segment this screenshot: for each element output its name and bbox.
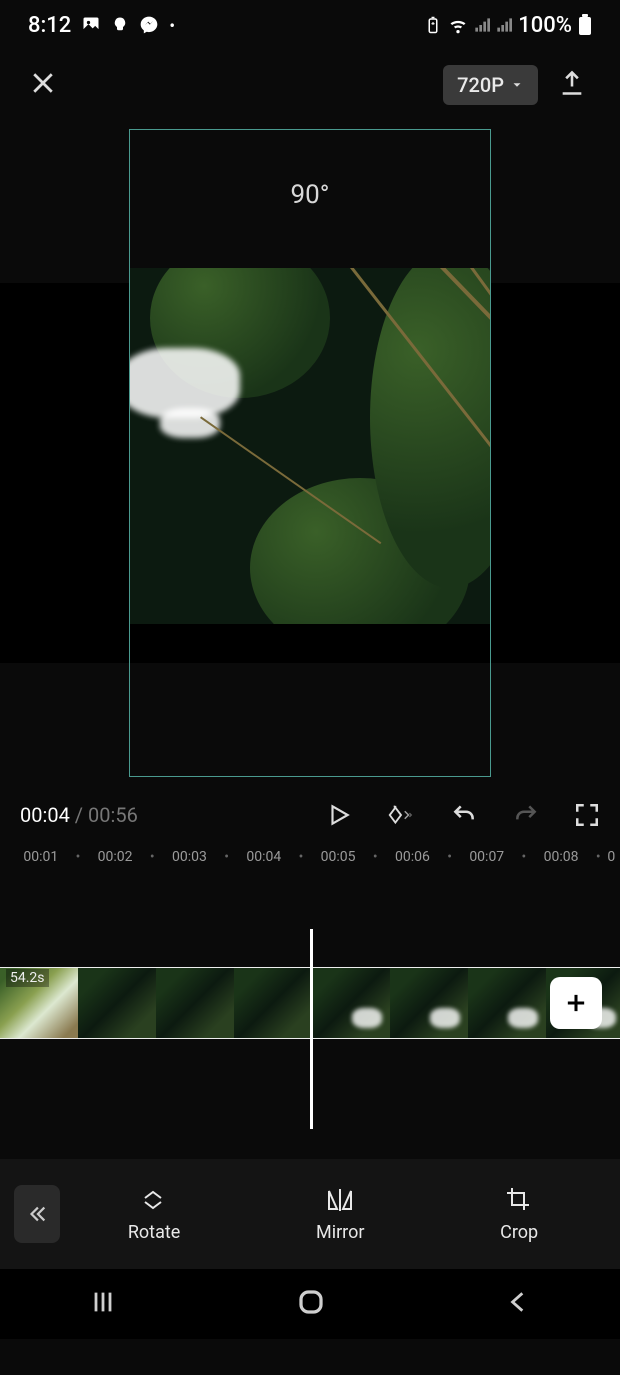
ruler-tick: 00:06 xyxy=(380,849,446,865)
tool-bar: Rotate Mirror Crop xyxy=(0,1159,620,1269)
ruler-tick: 00:08 xyxy=(528,849,594,865)
signal-2-icon xyxy=(496,17,512,33)
status-time: 8:12 xyxy=(28,13,71,38)
clip-duration-label: 54.2s xyxy=(6,969,49,987)
clip-thumb xyxy=(156,968,234,1038)
ruler-tick: 00:03 xyxy=(157,849,223,865)
dot-icon: • xyxy=(169,16,175,35)
clip-thumb xyxy=(312,968,390,1038)
rotate-tool[interactable]: Rotate xyxy=(128,1186,180,1243)
battery-saver-icon xyxy=(424,16,442,34)
messenger-icon xyxy=(139,15,159,35)
clip-thumb xyxy=(390,968,468,1038)
bulb-icon xyxy=(111,16,129,34)
battery-percent: 100% xyxy=(518,13,572,38)
ruler-tick: 00:05 xyxy=(305,849,371,865)
crop-label: Crop xyxy=(500,1222,538,1243)
top-bar: 720P xyxy=(0,50,620,120)
time-current: 00:04 xyxy=(20,803,70,827)
preview-area: 90° xyxy=(0,120,620,785)
export-button[interactable] xyxy=(552,63,592,107)
rotate-icon xyxy=(139,1186,169,1214)
collapse-tools-button[interactable] xyxy=(14,1185,60,1243)
ruler-tick: 00:04 xyxy=(231,849,297,865)
video-frame xyxy=(130,268,490,624)
signal-1-icon xyxy=(474,17,490,33)
ruler-tick: 00:02 xyxy=(82,849,148,865)
ruler-tick: 00:01 xyxy=(8,849,74,865)
clip-thumb xyxy=(78,968,156,1038)
rotation-label: 90° xyxy=(291,180,330,210)
add-clip-button[interactable] xyxy=(550,977,602,1029)
ruler-tick: 00:07 xyxy=(454,849,520,865)
battery-icon xyxy=(578,14,592,36)
time-ruler[interactable]: 00:01• 00:02• 00:03• 00:04• 00:05• 00:06… xyxy=(0,845,620,869)
wifi-icon xyxy=(448,15,468,35)
playhead[interactable] xyxy=(310,929,313,1129)
play-button[interactable] xyxy=(326,802,352,828)
system-nav-bar xyxy=(0,1269,620,1339)
time-separator: / xyxy=(70,803,88,827)
chevron-down-icon xyxy=(510,78,524,92)
transport-bar: 00:04 / 00:56 xyxy=(0,785,620,845)
crop-icon xyxy=(504,1186,534,1214)
crop-tool[interactable]: Crop xyxy=(500,1186,538,1243)
recents-button[interactable] xyxy=(89,1288,117,1320)
fullscreen-button[interactable] xyxy=(574,802,600,828)
status-bar: 8:12 • 100% xyxy=(0,0,620,50)
clip-thumb xyxy=(468,968,546,1038)
redo-button[interactable] xyxy=(512,802,540,828)
undo-button[interactable] xyxy=(450,802,478,828)
close-button[interactable] xyxy=(28,68,58,102)
resolution-label: 720P xyxy=(457,73,504,97)
clip-thumb xyxy=(234,968,312,1038)
keyframe-button[interactable] xyxy=(386,802,416,828)
time-display: 00:04 / 00:56 xyxy=(20,803,138,827)
canvas-frame[interactable]: 90° xyxy=(129,129,491,777)
image-icon xyxy=(81,15,101,35)
rotate-label: Rotate xyxy=(128,1222,180,1243)
home-button[interactable] xyxy=(296,1287,326,1321)
mirror-label: Mirror xyxy=(316,1222,364,1243)
mirror-icon xyxy=(325,1186,355,1214)
back-button[interactable] xyxy=(505,1289,531,1319)
timeline[interactable]: 54.2s xyxy=(0,869,620,1159)
resolution-selector[interactable]: 720P xyxy=(443,65,538,105)
mirror-tool[interactable]: Mirror xyxy=(316,1186,364,1243)
ruler-tick: 0 xyxy=(603,849,620,865)
time-total: 00:56 xyxy=(88,803,138,827)
